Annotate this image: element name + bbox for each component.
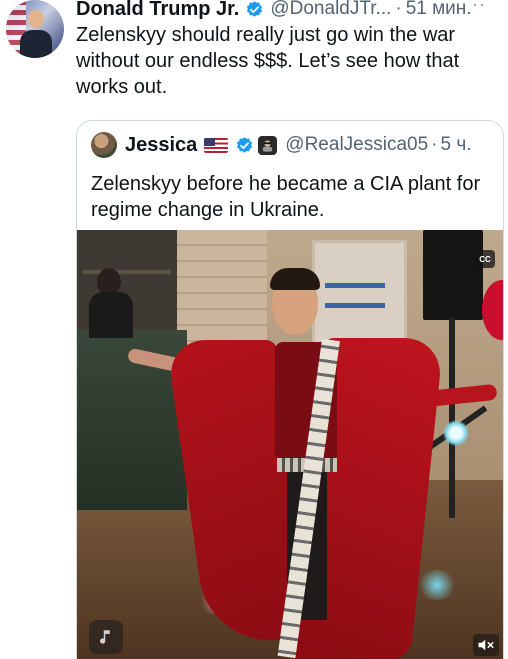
mute-icon[interactable] bbox=[473, 634, 499, 656]
avatar-face bbox=[28, 10, 44, 28]
tweet-text: Zelenskyy should really just go win the … bbox=[76, 24, 460, 98]
quote-header: Jessica @RealJessica05 · 5 ч. bbox=[91, 131, 472, 159]
music-note-icon[interactable] bbox=[89, 620, 123, 654]
closed-captions-button[interactable]: CC bbox=[475, 250, 495, 268]
verified-badge-icon bbox=[235, 136, 254, 155]
quote-author-handle[interactable]: @RealJessica05 bbox=[285, 134, 428, 156]
tweet-timestamp[interactable]: 51 мин. bbox=[406, 0, 472, 20]
author-handle[interactable]: @DonaldJTr... bbox=[270, 0, 391, 20]
quote-text: Zelenskyy before he became a CIA plant f… bbox=[91, 173, 481, 221]
quote-timestamp[interactable]: 5 ч. bbox=[440, 134, 471, 156]
quote-author-avatar[interactable] bbox=[91, 132, 117, 158]
quoted-tweet[interactable]: Jessica @RealJessica05 · 5 ч. Zelenskyy … bbox=[76, 120, 504, 659]
tweet-header: Donald Trump Jr. @DonaldJTr... · 51 мин. bbox=[76, 0, 472, 22]
tweet[interactable]: Donald Trump Jr. @DonaldJTr... · 51 мин.… bbox=[0, 0, 508, 659]
video-player[interactable]: CC bbox=[77, 230, 503, 659]
author-avatar[interactable] bbox=[6, 0, 64, 58]
verified-badge-icon bbox=[245, 0, 264, 19]
avatar-suit bbox=[20, 30, 52, 58]
quote-header-separator: · bbox=[431, 134, 438, 155]
author-name[interactable]: Donald Trump Jr. bbox=[76, 0, 239, 21]
us-flag-icon bbox=[204, 137, 229, 153]
dancer-hair bbox=[270, 268, 320, 290]
more-options-icon[interactable]: ·· bbox=[472, 0, 486, 15]
quote-author-name[interactable]: Jessica bbox=[125, 134, 197, 157]
video-dancer bbox=[126, 250, 498, 659]
affiliate-badge-icon bbox=[258, 135, 278, 155]
header-separator: · bbox=[395, 0, 402, 19]
